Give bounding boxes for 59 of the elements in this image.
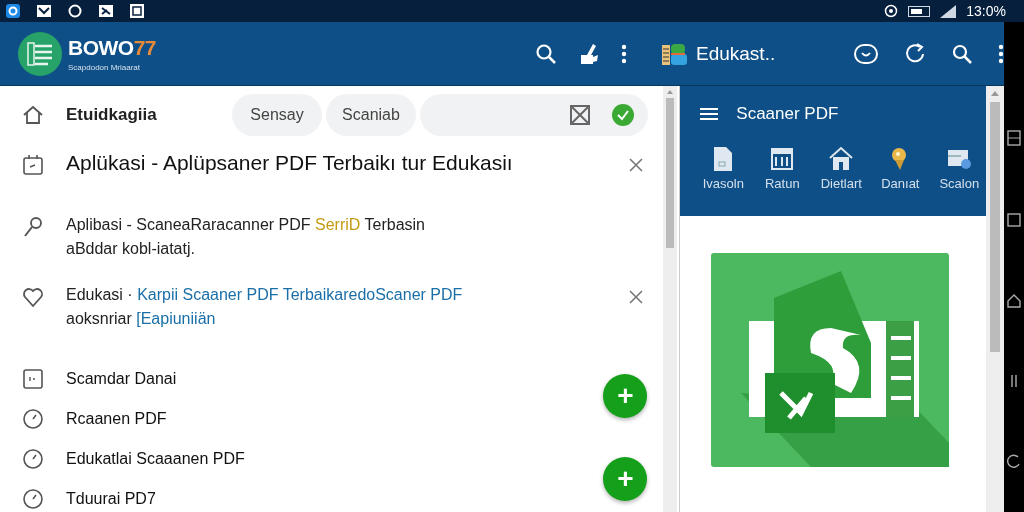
filter-chip[interactable]: Sensay [232, 94, 322, 136]
clock-icon [22, 448, 44, 470]
app-logo-icon [18, 31, 62, 76]
window-icon [1007, 129, 1021, 146]
item-text: aoksnriar [Eapiuniiän [66, 309, 217, 329]
square-icon [22, 368, 44, 390]
tab[interactable]: Ratun [764, 176, 800, 191]
add-button[interactable]: + [603, 457, 648, 501]
tab[interactable]: Danıat [881, 176, 920, 191]
menu-icon[interactable] [700, 107, 719, 121]
refresh-icon[interactable] [904, 42, 926, 65]
item-text: Edukasi · Karpii Scaaner PDF TerbaikaredoScaner PDF [66, 285, 463, 305]
list-item[interactable]: Tduurai PD7 [66, 490, 156, 508]
item-text: Aplükasi - Aplüpsaner PDF Terbaikı tur Edukasiı [66, 151, 513, 175]
list-item[interactable]: Rcaanen PDF [66, 410, 167, 428]
house-icon[interactable] [829, 146, 854, 172]
pin-icon [22, 216, 44, 238]
signal-icon [940, 4, 957, 18]
list-item[interactable]: Edukatlai Scaaanen PDF [66, 450, 245, 468]
add-button[interactable]: + [603, 374, 648, 418]
link[interactable]: [Eapiuniiän [136, 310, 216, 327]
app-title: Edukast.. [696, 42, 777, 65]
status-time: 13:0% [966, 3, 1006, 19]
app-subtitle: Scapdodon Mriaarat [68, 62, 142, 72]
close-icon[interactable] [629, 158, 644, 172]
pause-icon[interactable] [1010, 375, 1018, 388]
item-text: aBddar kobl-iatatj. [66, 239, 196, 259]
app-icon [6, 4, 20, 18]
more-icon[interactable] [621, 43, 628, 64]
heart-icon [22, 286, 44, 308]
more-icon[interactable] [998, 43, 1004, 64]
tab[interactable]: Dietlart [820, 176, 862, 191]
filter-chip[interactable]: Scaniab [326, 94, 416, 136]
item-text: Aplibasi - ScaneaRaracanner PDF SerriD Terbasin [66, 215, 425, 235]
mail-icon [37, 5, 51, 17]
calendar-icon [22, 154, 44, 176]
home-icon[interactable] [1007, 293, 1021, 308]
tab[interactable]: Ivasoln [702, 176, 744, 191]
close-icon[interactable] [629, 290, 644, 304]
section-title: Etuidkagiia [66, 105, 158, 125]
home-icon [22, 105, 44, 125]
link[interactable]: Karpii Scaaner PDF TerbaikaredoScaner PDF [137, 286, 463, 303]
square-icon[interactable] [1007, 212, 1021, 227]
search-icon[interactable] [952, 43, 972, 64]
battery-icon [908, 5, 931, 17]
close-box-icon [570, 105, 590, 125]
clock-icon [22, 408, 44, 430]
list-item[interactable]: Scamdar Danai [66, 370, 177, 388]
check-icon[interactable] [612, 104, 634, 126]
clock-icon [22, 488, 44, 510]
panel-title: Scaaner PDF [736, 104, 839, 124]
smile-icon[interactable] [854, 43, 878, 64]
back-icon[interactable] [1007, 454, 1021, 469]
hand-icon[interactable] [579, 42, 600, 65]
tab[interactable]: Scalon [939, 176, 980, 191]
search-field[interactable] [420, 94, 648, 136]
app-brand: BOWO77 [68, 35, 156, 60]
search-icon[interactable] [535, 42, 558, 65]
calendar-icon[interactable] [770, 146, 795, 172]
